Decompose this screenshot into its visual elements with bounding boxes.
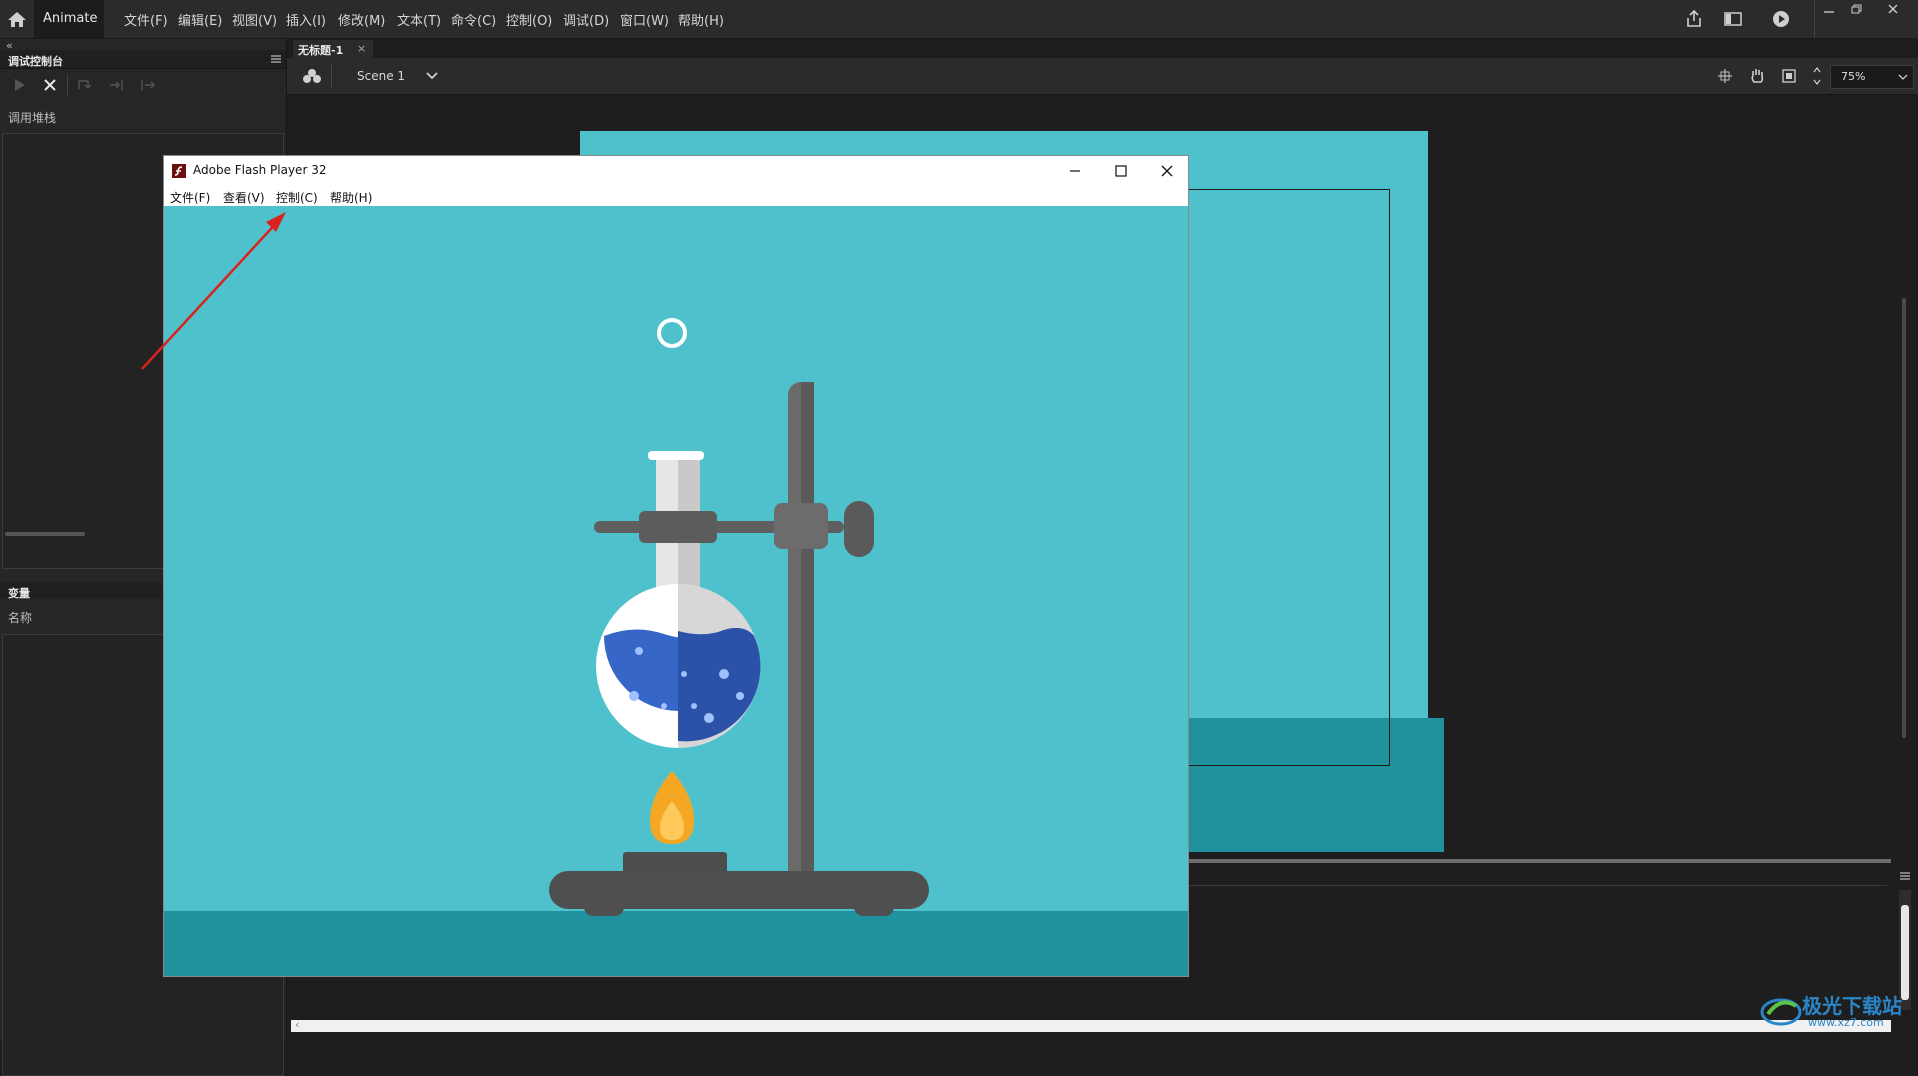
menu-help[interactable]: 帮助(H) [678,10,724,29]
center-icon[interactable] [1717,68,1733,84]
scene-bar: Scene 1 75% [287,58,1918,95]
chemistry-scene [164,318,1188,976]
call-stack-scrollbar[interactable] [5,532,85,536]
stand-foot-left [584,898,624,916]
menu-insert[interactable]: 插入(I) [286,10,326,29]
flash-player-window[interactable]: Adobe Flash Player 32 文件(F) 查看(V) 控制(C) … [164,156,1188,976]
watermark-text: 极光下载站 [1802,994,1902,1018]
debug-console-tab[interactable]: 调试控制台 [8,53,63,69]
clip-icon[interactable] [1781,68,1797,84]
zoom-value: 75% [1841,70,1866,83]
liquid-bubble [736,692,744,700]
app-name: Animate [43,11,98,26]
zoom-select[interactable]: 75% [1830,65,1914,89]
liquid-bubble [629,691,639,701]
menu-file[interactable]: 文件(F) [124,10,168,29]
menu-modify[interactable]: 修改(M) [338,10,385,29]
document-tab[interactable]: 无标题-1 × [293,40,373,58]
menu-view[interactable]: 视图(V) [232,10,277,29]
hand-icon[interactable] [1748,67,1766,85]
watermark: 极光下载站 www.xz7.com [1760,990,1910,1034]
document-tab-bar: 无标题-1 × [287,39,1918,58]
play-icon[interactable] [1770,8,1792,30]
call-stack-label: 调用堆栈 [8,111,57,125]
toolbar-divider [67,75,68,95]
liquid-bubble [661,703,667,709]
main-menubar: Animate 文件(F) 编辑(E) 视图(V) 插入(I) 修改(M) 文本… [0,0,1918,39]
minimize-icon[interactable] [1822,4,1836,16]
fp-close-icon[interactable] [1160,164,1174,178]
stage-horizontal-scrollbar[interactable]: ‹ [291,1018,1891,1032]
timeline-scroll-thumb[interactable] [1901,905,1909,1000]
continue-icon[interactable] [12,77,28,93]
flask-lip [648,451,704,460]
document-tab-label: 无标题-1 [298,44,344,57]
restore-icon[interactable] [1850,3,1864,15]
panel-icon[interactable] [1722,8,1744,30]
menu-control[interactable]: 控制(O) [506,10,552,29]
fp-minimize-icon[interactable] [1068,165,1082,177]
step-out-icon[interactable] [140,77,156,93]
fp-menu-file[interactable]: 文件(F) [170,189,210,206]
rising-bubble [657,318,687,348]
home-icon[interactable] [7,10,27,28]
menu-text[interactable]: 文本(T) [397,10,441,29]
scene-floor [164,911,1188,976]
timeline-menu-icon[interactable] [1899,871,1911,881]
scene-label[interactable]: Scene 1 [357,69,405,83]
flash-player-menubar: 文件(F) 查看(V) 控制(C) 帮助(H) [164,186,1188,206]
zoom-chevron-icon[interactable] [1897,72,1909,82]
menu-commands[interactable]: 命令(C) [451,10,496,29]
scroll-left-icon[interactable]: ‹ [295,1018,299,1031]
liquid-bubble [681,671,687,677]
flash-player-title: Adobe Flash Player 32 [193,163,327,177]
annotation-arrow [141,212,286,370]
share-icon[interactable] [1683,8,1705,30]
fp-menu-help[interactable]: 帮助(H) [330,189,372,206]
fp-menu-control[interactable]: 控制(C) [276,189,318,206]
clamp-boss [774,503,828,549]
fp-menu-view[interactable]: 查看(V) [223,189,265,206]
scene-icon[interactable] [302,67,322,85]
flask-clamp [639,511,717,543]
timeline-divider [1187,885,1887,886]
chevron-down-icon[interactable] [425,70,439,82]
end-session-icon[interactable] [42,77,58,93]
liquid-bubble [704,713,714,723]
variables-tab[interactable]: 变量 [8,585,30,601]
app-name-tab[interactable]: Animate [34,0,104,38]
debug-console-header: 调试控制台 [0,50,286,69]
menubar-divider [1814,0,1815,38]
panel-menu-icon[interactable] [270,54,282,64]
name-column-label: 名称 [8,611,33,625]
zoom-stepper-icon[interactable] [1812,65,1822,87]
fp-maximize-icon[interactable] [1114,164,1128,178]
step-in-icon[interactable] [108,77,124,93]
clamp-knob [844,501,874,557]
stage-vertical-scrollbar[interactable] [1902,298,1906,738]
menu-edit[interactable]: 编辑(E) [178,10,222,29]
menu-window[interactable]: 窗口(W) [620,10,669,29]
liquid-bubble [691,703,697,709]
flash-logo-icon [172,164,186,178]
flash-player-titlebar[interactable]: Adobe Flash Player 32 [164,156,1188,186]
scene-divider [331,64,332,88]
liquid-bubble [719,669,729,679]
liquid-bubble [635,647,643,655]
flash-player-content[interactable] [164,206,1188,976]
stand-foot-right [854,898,894,916]
document-tab-close[interactable]: × [357,42,366,55]
timeline-splitter[interactable] [1187,859,1891,863]
step-over-icon[interactable] [76,77,92,93]
flask-liquid-shade [678,628,761,742]
stand-pole-shade [801,382,814,892]
close-icon[interactable] [1886,3,1900,15]
menu-debug[interactable]: 调试(D) [563,10,609,29]
watermark-url: www.xz7.com [1808,1016,1884,1029]
watermark-logo-icon [1760,998,1802,1026]
